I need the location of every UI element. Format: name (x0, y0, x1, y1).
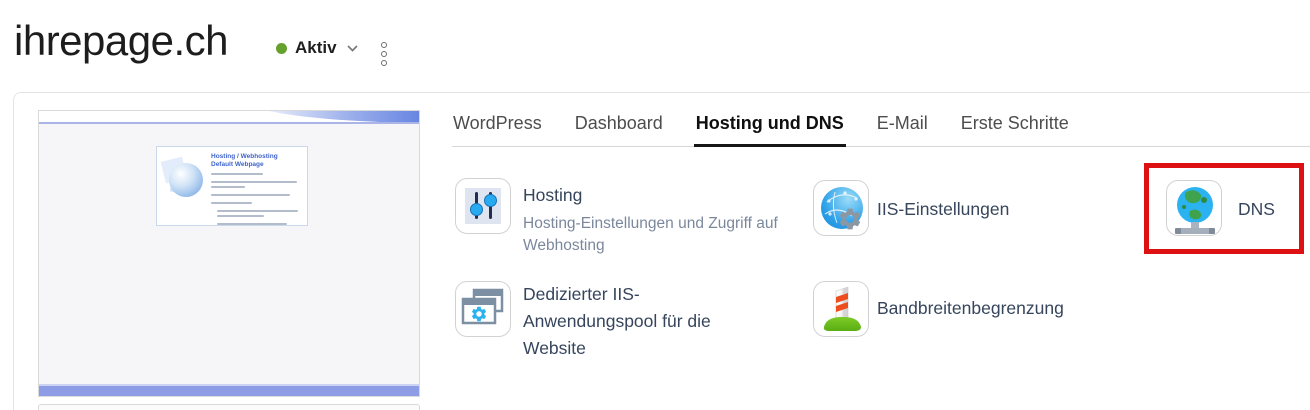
preview-page-body: Hosting / Webhosting Default Webpage (39, 124, 419, 384)
tab-email[interactable]: E-Mail (876, 110, 929, 146)
preview-text-line (217, 223, 287, 225)
status-dropdown[interactable]: Aktiv (276, 38, 358, 58)
dns-link[interactable]: DNS (1238, 196, 1275, 223)
sliders-icon[interactable] (455, 178, 511, 234)
green-dot-icon (276, 43, 287, 54)
domain-overview-page: ihrepage.ch Aktiv Hosting / Webhosting D… (0, 0, 1310, 410)
preview-text-line (211, 181, 297, 183)
preview-text-column: Hosting / Webhosting Default Webpage (207, 151, 303, 221)
bandwidth-link[interactable]: Bandbreitenbegrenzung (877, 295, 1064, 322)
preview-text-line (211, 194, 290, 196)
preview-page-title: Hosting / Webhosting Default Webpage (211, 153, 301, 169)
preview-text-line (217, 215, 264, 217)
status-badge: Aktiv (295, 38, 337, 58)
kebab-menu-icon[interactable] (379, 40, 389, 68)
globe-network-icon[interactable] (1166, 180, 1222, 236)
chevron-down-icon (347, 45, 358, 52)
milestone-icon[interactable] (813, 281, 869, 337)
tab-wordpress[interactable]: WordPress (452, 110, 543, 146)
site-preview[interactable]: Hosting / Webhosting Default Webpage (38, 110, 420, 397)
preview-header-swoosh (244, 111, 419, 122)
app-pool-link[interactable]: Dedizierter IIS-Anwendungspool für die W… (523, 281, 728, 362)
hosting-subtitle: Hosting-Einstellungen und Zugriff auf We… (523, 213, 793, 257)
tab-erste-schritte[interactable]: Erste Schritte (960, 110, 1070, 146)
preview-text-line (211, 173, 263, 175)
page-title: ihrepage.ch (14, 16, 228, 66)
preview-footer-bar (39, 384, 419, 396)
windows-gear-icon[interactable] (455, 281, 511, 337)
tab-bar: WordPress Dashboard Hosting und DNS E-Ma… (452, 110, 1310, 147)
preview-text-line (211, 202, 252, 204)
preview-page-header (39, 111, 419, 122)
tab-dashboard[interactable]: Dashboard (574, 110, 664, 146)
iis-settings-link[interactable]: IIS-Einstellungen (877, 196, 1009, 223)
hosting-link[interactable]: Hosting (523, 182, 793, 209)
preview-text-line (211, 186, 245, 188)
globe-gear-icon[interactable] (813, 180, 869, 236)
next-card-edge (38, 404, 420, 410)
tab-hosting-und-dns[interactable]: Hosting und DNS (695, 110, 845, 146)
preview-content-panel: Hosting / Webhosting Default Webpage (156, 146, 308, 226)
preview-text-line (217, 210, 298, 212)
globe-artwork-icon (161, 151, 207, 221)
